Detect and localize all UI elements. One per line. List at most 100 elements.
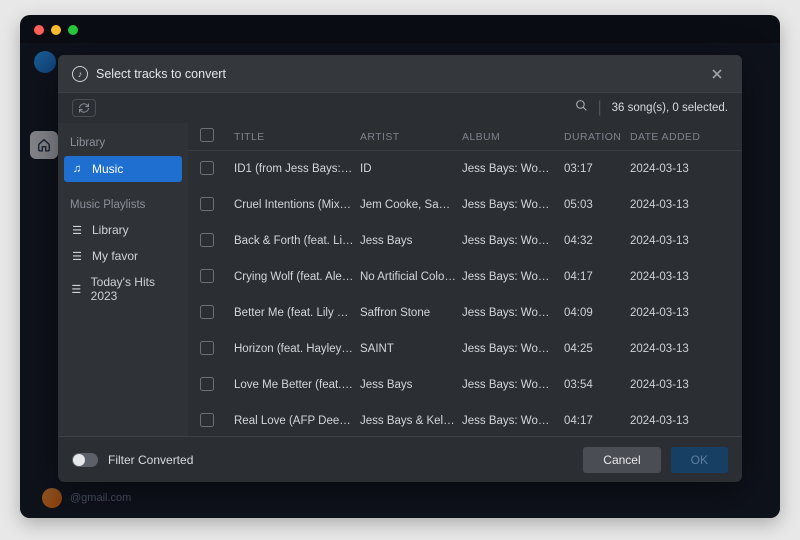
- list-icon: ☰: [70, 224, 84, 237]
- col-duration[interactable]: DURATION: [564, 131, 624, 143]
- list-icon: ☰: [70, 283, 83, 296]
- col-artist[interactable]: ARTIST: [360, 131, 456, 143]
- modal-body: Library ♫ Music Music Playlists ☰ Librar…: [58, 123, 742, 436]
- row-checkbox[interactable]: [200, 269, 214, 283]
- cell-album: Jess Bays: Women I...: [462, 379, 558, 391]
- cell-artist: Jess Bays: [360, 379, 456, 391]
- row-checkbox[interactable]: [200, 413, 214, 427]
- sidebar-heading-playlists: Music Playlists: [58, 195, 188, 217]
- table-row[interactable]: Horizon (feat. Hayley ... SAINT Jess Bays:…: [188, 331, 742, 367]
- cell-title: Love Me Better (feat. L...: [234, 379, 354, 391]
- col-title[interactable]: TITLE: [234, 131, 354, 143]
- sidebar-item-label: Library: [92, 223, 129, 237]
- minimize-window-icon[interactable]: [51, 25, 61, 35]
- cell-title: ID1 (from Jess Bays: W...: [234, 163, 354, 175]
- sidebar-item-music[interactable]: ♫ Music: [64, 156, 182, 182]
- maximize-window-icon[interactable]: [68, 25, 78, 35]
- sidebar-item-label: Today's Hits 2023: [91, 275, 176, 303]
- close-window-icon[interactable]: [34, 25, 44, 35]
- cell-album: Jess Bays: Women I...: [462, 415, 558, 427]
- table-row[interactable]: Crying Wolf (feat. Alex ... No Artificial…: [188, 259, 742, 295]
- cell-artist: Jess Bays: [360, 235, 456, 247]
- cell-artist: Saffron Stone: [360, 307, 456, 319]
- cell-album: Jess Bays: Women I...: [462, 343, 558, 355]
- filter-converted-label: Filter Converted: [108, 453, 193, 467]
- cell-album: Jess Bays: Women I...: [462, 235, 558, 247]
- row-checkbox[interactable]: [200, 377, 214, 391]
- table-row[interactable]: Back & Forth (feat. Lily ... Jess Bays Jes…: [188, 223, 742, 259]
- cell-duration: 03:17: [564, 163, 624, 175]
- cell-duration: 04:09: [564, 307, 624, 319]
- list-icon: ☰: [70, 250, 84, 263]
- sidebar-item-label: My favor: [92, 249, 138, 263]
- cell-date: 2024-03-13: [630, 199, 710, 211]
- cell-artist: Jem Cooke, Sam D...: [360, 199, 456, 211]
- cell-duration: 04:32: [564, 235, 624, 247]
- modal-title: Select tracks to convert: [96, 67, 226, 81]
- cell-date: 2024-03-13: [630, 163, 710, 175]
- cell-duration: 04:17: [564, 271, 624, 283]
- sidebar-item-library[interactable]: ☰ Library: [58, 217, 188, 243]
- cell-title: Real Love (AFP Deep Li...: [234, 415, 354, 427]
- cell-duration: 03:54: [564, 379, 624, 391]
- cell-date: 2024-03-13: [630, 343, 710, 355]
- cell-album: Jess Bays: Women I...: [462, 199, 558, 211]
- table-header: TITLE ARTIST ALBUM DURATION DATE ADDED: [188, 123, 742, 151]
- music-note-icon: ♪: [72, 66, 88, 82]
- modal-footer: Filter Converted Cancel OK: [58, 436, 742, 482]
- cell-album: Jess Bays: Women I...: [462, 271, 558, 283]
- cell-title: Better Me (feat. Lily Mc...: [234, 307, 354, 319]
- cell-title: Horizon (feat. Hayley ...: [234, 343, 354, 355]
- cancel-button[interactable]: Cancel: [583, 447, 660, 473]
- modal-header: ♪ Select tracks to convert: [58, 55, 742, 93]
- cell-album: Jess Bays: Women I...: [462, 163, 558, 175]
- cell-date: 2024-03-13: [630, 415, 710, 427]
- cell-title: Crying Wolf (feat. Alex ...: [234, 271, 354, 283]
- search-icon[interactable]: [575, 99, 588, 117]
- cell-date: 2024-03-13: [630, 271, 710, 283]
- app-window: @gmail.com ♪ Select tracks to convert | …: [20, 15, 780, 518]
- divider: |: [598, 99, 602, 117]
- sidebar-item-label: Music: [92, 162, 123, 176]
- filter-converted-toggle[interactable]: [72, 453, 98, 467]
- cell-title: Back & Forth (feat. Lily ...: [234, 235, 354, 247]
- music-icon: ♫: [70, 163, 84, 175]
- sidebar: Library ♫ Music Music Playlists ☰ Librar…: [58, 123, 188, 436]
- select-tracks-modal: ♪ Select tracks to convert | 36 song(s),…: [58, 55, 742, 482]
- row-checkbox[interactable]: [200, 161, 214, 175]
- cell-date: 2024-03-13: [630, 307, 710, 319]
- cell-date: 2024-03-13: [630, 235, 710, 247]
- table-row[interactable]: Cruel Intentions (Mixed) Jem Cooke, Sam D…: [188, 187, 742, 223]
- cell-artist: No Artificial Colours: [360, 271, 456, 283]
- row-checkbox[interactable]: [200, 197, 214, 211]
- cell-duration: 04:17: [564, 415, 624, 427]
- modal-toolbar: | 36 song(s), 0 selected.: [58, 93, 742, 123]
- sidebar-item-my-favor[interactable]: ☰ My favor: [58, 243, 188, 269]
- cell-album: Jess Bays: Women I...: [462, 307, 558, 319]
- col-album[interactable]: ALBUM: [462, 131, 558, 143]
- cell-artist: ID: [360, 163, 456, 175]
- table-row[interactable]: Better Me (feat. Lily Mc... Saffron Stone…: [188, 295, 742, 331]
- cell-duration: 05:03: [564, 199, 624, 211]
- row-checkbox[interactable]: [200, 305, 214, 319]
- row-checkbox[interactable]: [200, 341, 214, 355]
- sidebar-item-todays-hits[interactable]: ☰ Today's Hits 2023: [58, 269, 188, 309]
- cell-artist: SAINT: [360, 343, 456, 355]
- table-row[interactable]: Love Me Better (feat. L... Jess Bays Jess …: [188, 367, 742, 403]
- selection-count: 36 song(s), 0 selected.: [612, 102, 728, 114]
- table-row[interactable]: Real Love (AFP Deep Li... Jess Bays & Kel…: [188, 403, 742, 436]
- row-checkbox[interactable]: [200, 233, 214, 247]
- select-all-checkbox[interactable]: [200, 128, 214, 142]
- cell-date: 2024-03-13: [630, 379, 710, 391]
- window-controls: [34, 25, 78, 35]
- ok-button[interactable]: OK: [671, 447, 728, 473]
- col-date[interactable]: DATE ADDED: [630, 131, 710, 143]
- close-button[interactable]: [706, 63, 728, 85]
- cell-artist: Jess Bays & Kelli-L...: [360, 415, 456, 427]
- sidebar-heading-library: Library: [58, 133, 188, 155]
- refresh-button[interactable]: [72, 99, 96, 117]
- cell-title: Cruel Intentions (Mixed): [234, 199, 354, 211]
- track-table: TITLE ARTIST ALBUM DURATION DATE ADDED I…: [188, 123, 742, 436]
- table-row[interactable]: ID1 (from Jess Bays: W... ID Jess Bays: Wo…: [188, 151, 742, 187]
- cell-duration: 04:25: [564, 343, 624, 355]
